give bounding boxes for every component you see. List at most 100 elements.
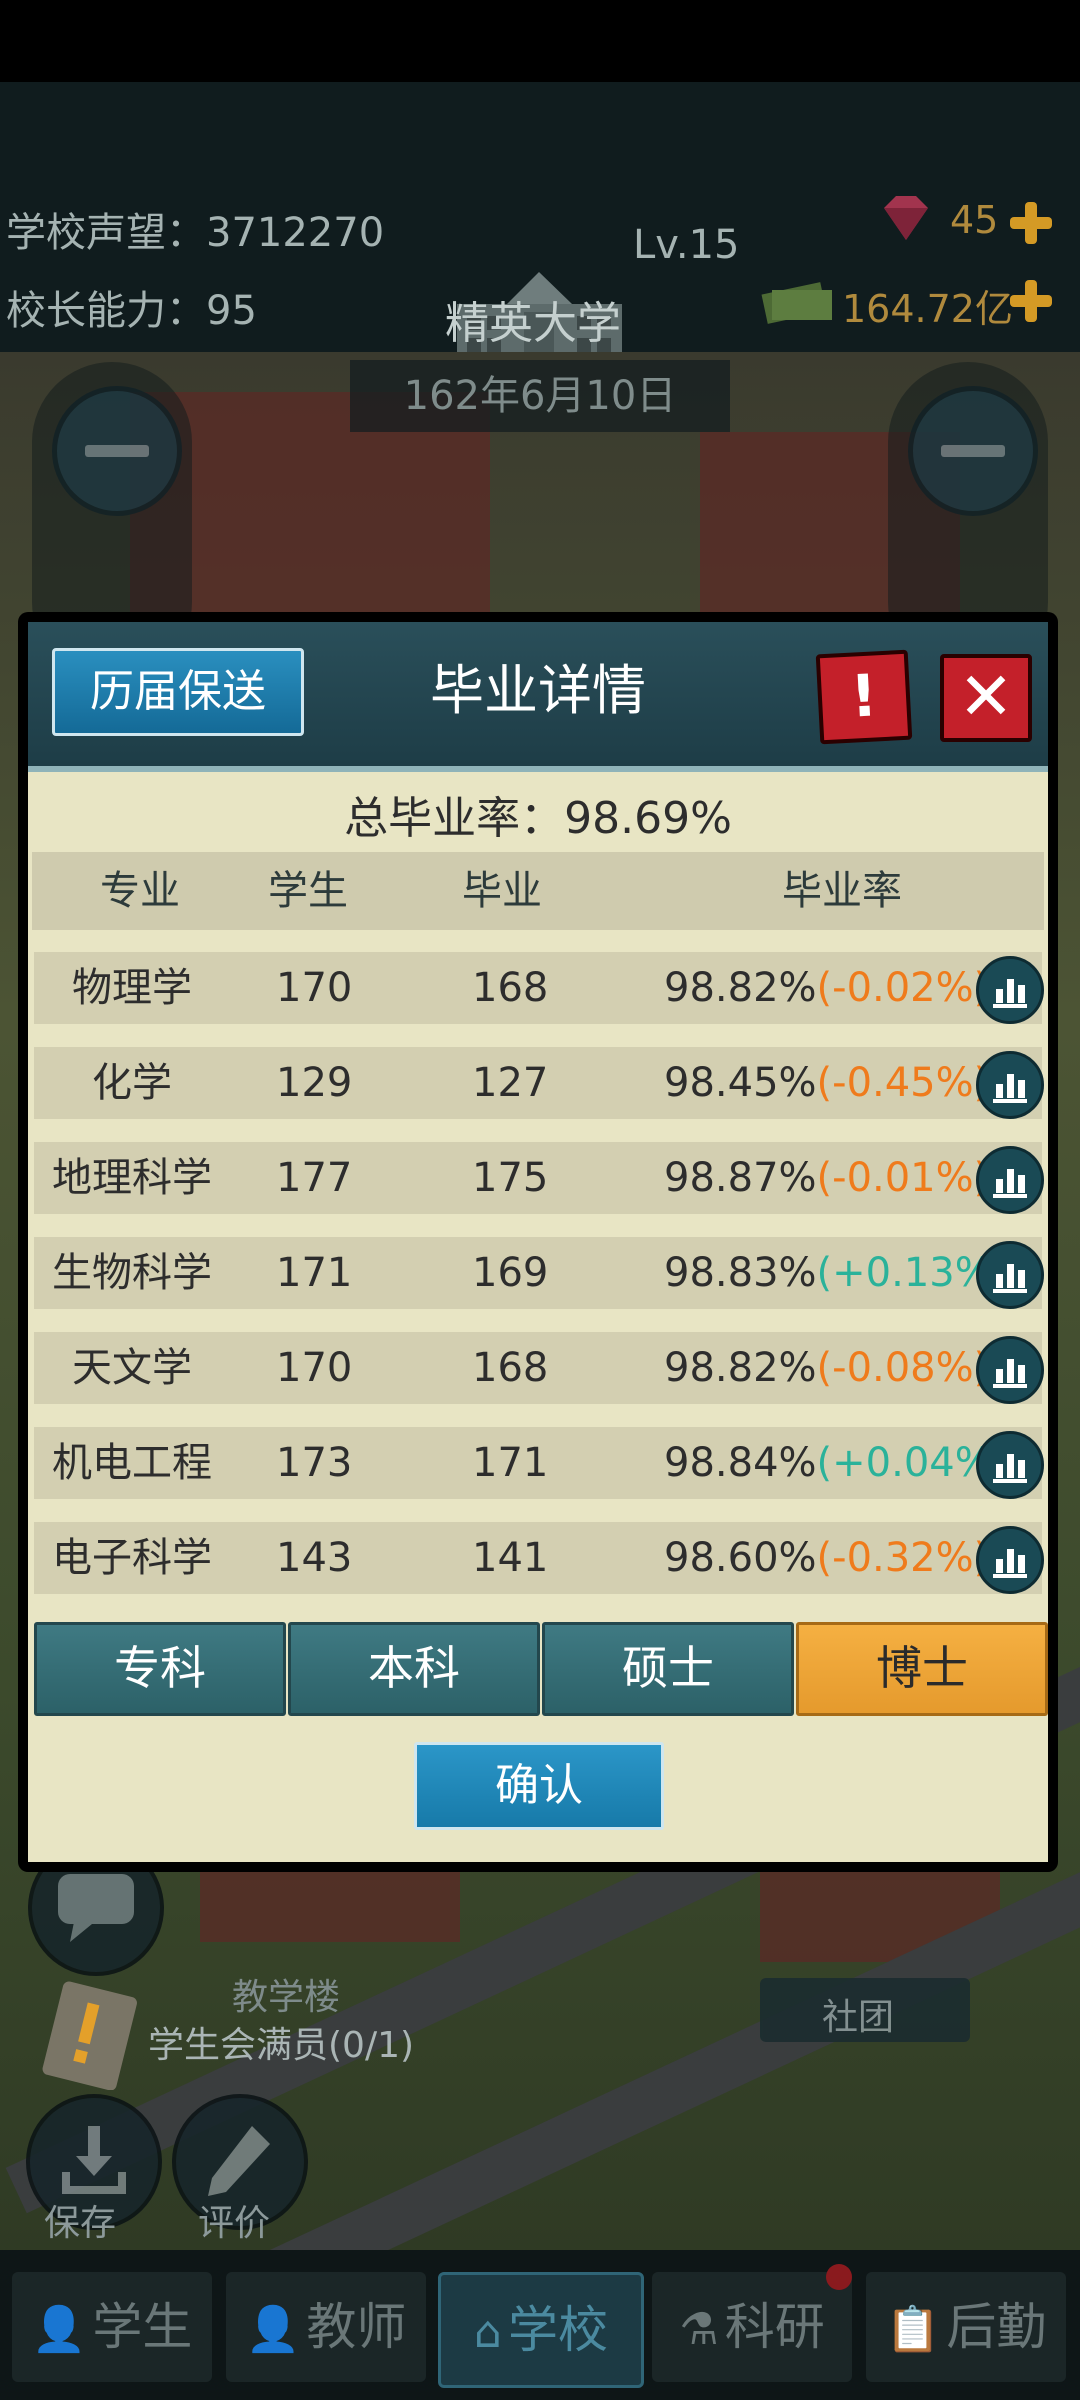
gem-count: 45: [950, 198, 999, 242]
add-money-icon[interactable]: [1008, 278, 1054, 324]
add-gems-icon[interactable]: [1008, 200, 1054, 246]
student-count: 171: [276, 1250, 353, 1296]
nav-logistics[interactable]: 📋 后勤: [866, 2272, 1066, 2382]
graduated-count: 168: [472, 1345, 549, 1391]
rate-value: 98.45%: [664, 1060, 817, 1106]
nav-research[interactable]: ⚗ 科研: [652, 2272, 852, 2382]
table-row: 地理科学 177 175 98.87%(-0.01%): [34, 1142, 1044, 1214]
nav-students[interactable]: 👤 学生: [12, 2272, 212, 2382]
table-row: 化学 129 127 98.45%(-0.45%): [34, 1047, 1044, 1119]
clipboard-icon: 📋: [885, 2304, 941, 2355]
minus-icon: [941, 445, 1005, 457]
graduation-rate: 98.87%(-0.01%): [664, 1142, 989, 1214]
student-count: 143: [276, 1535, 353, 1581]
rate-value: 98.60%: [664, 1535, 817, 1581]
club-tag[interactable]: 社团: [760, 1978, 970, 2042]
game-date: 162年6月10日: [350, 360, 730, 432]
notification-dot: [826, 2264, 852, 2290]
bar-chart-icon[interactable]: [976, 1526, 1044, 1594]
tab-associate[interactable]: 专科: [34, 1622, 286, 1716]
graduation-rate: 98.60%(-0.32%): [664, 1522, 989, 1594]
table-row: 电子科学 143 141 98.60%(-0.32%): [34, 1522, 1044, 1594]
bar-chart-icon[interactable]: [976, 1431, 1044, 1499]
bar-chart-icon[interactable]: [976, 1051, 1044, 1119]
school-level: Lv.15: [633, 222, 740, 268]
major-name: 生物科学: [52, 1250, 212, 1296]
bar-chart-icon[interactable]: [976, 1336, 1044, 1404]
club-label: 社团: [822, 1997, 895, 2038]
money-icon: [761, 282, 832, 324]
tab-doctor[interactable]: 博士: [796, 1622, 1048, 1716]
teaching-building-label[interactable]: 教学楼: [232, 1968, 340, 2020]
collapse-button[interactable]: [908, 386, 1038, 516]
graduation-rate: 98.83%(+0.13%): [664, 1237, 1008, 1309]
table-header: 专业 学生 毕业 毕业率: [32, 852, 1044, 930]
download-icon: [62, 2126, 126, 2194]
major-name: 地理科学: [52, 1155, 212, 1201]
rate-change: (-0.32%): [816, 1535, 990, 1581]
zoom-out-button[interactable]: [52, 386, 182, 516]
school-icon: ⌂: [474, 2307, 502, 2358]
nav-teachers[interactable]: 👤 教师: [226, 2272, 426, 2382]
teacher-icon: 👤: [245, 2304, 301, 2355]
flask-icon: ⚗: [679, 2304, 719, 2355]
major-name: 化学: [92, 1060, 172, 1106]
minus-icon: [85, 445, 149, 457]
graduation-details-dialog: 历届保送 毕业详情 ! ✕ 总毕业率：98.69% 专业 学生 毕业 毕业率 物…: [18, 612, 1058, 1872]
dialog-header: 历届保送 毕业详情 ! ✕: [28, 622, 1048, 772]
clipboard-icon[interactable]: [40, 1980, 140, 2090]
reputation-stat: 学校声望：3712270: [6, 210, 385, 256]
principal-ability-stat: 校长能力：95: [6, 288, 257, 334]
graduated-count: 127: [472, 1060, 549, 1106]
exclamation-icon[interactable]: !: [815, 649, 913, 745]
student-count: 129: [276, 1060, 353, 1106]
chat-icon: [58, 1874, 134, 1942]
table-row: 生物科学 171 169 98.83%(+0.13%): [34, 1237, 1044, 1309]
rate-value: 98.87%: [664, 1155, 817, 1201]
overall-graduation-rate: 总毕业率：98.69%: [344, 793, 732, 844]
dialog-title: 毕业详情: [430, 659, 646, 722]
bar-chart-icon[interactable]: [976, 1146, 1044, 1214]
hud: 学校声望：3712270 校长能力：95 Lv.15 精英大学 45 164.7…: [0, 82, 1080, 366]
bar-chart-icon[interactable]: [976, 956, 1044, 1024]
major-name: 机电工程: [52, 1440, 212, 1486]
student-count: 170: [276, 1345, 353, 1391]
graduated-count: 141: [472, 1535, 549, 1581]
rate-change: (-0.08%): [816, 1345, 990, 1391]
gem-icon: [884, 196, 928, 240]
confirm-button[interactable]: 确认: [414, 1742, 664, 1830]
rate-value: 98.84%: [664, 1440, 817, 1486]
rate-change: (-0.01%): [816, 1155, 990, 1201]
graduation-rate: 98.82%(-0.08%): [664, 1332, 989, 1404]
close-icon[interactable]: ✕: [940, 654, 1032, 742]
graduated-count: 168: [472, 965, 549, 1011]
graduation-rate: 98.82%(-0.02%): [664, 952, 989, 1024]
column-header-rate: 毕业率: [782, 868, 902, 914]
column-header-students: 学生: [268, 868, 348, 914]
major-name: 天文学: [72, 1345, 192, 1391]
table-row: 机电工程 173 171 98.84%(+0.04%): [34, 1427, 1044, 1499]
history-recommend-button[interactable]: 历届保送: [52, 648, 304, 736]
rate-value: 98.83%: [664, 1250, 817, 1296]
tab-master[interactable]: 硕士: [542, 1622, 794, 1716]
rate-value: 98.82%: [664, 965, 817, 1011]
column-header-graduated: 毕业: [462, 868, 542, 914]
pencil-icon: [208, 2126, 270, 2196]
rate-change: (-0.02%): [816, 965, 990, 1011]
table-row: 物理学 170 168 98.82%(-0.02%): [34, 952, 1044, 1024]
student-count: 173: [276, 1440, 353, 1486]
rate-value: 98.82%: [664, 1345, 817, 1391]
nav-school[interactable]: ⌂ 学校: [438, 2272, 644, 2388]
student-count: 177: [276, 1155, 353, 1201]
rate-label: 评价: [198, 2203, 271, 2244]
student-council-label[interactable]: 学生会满员(0/1): [148, 2016, 414, 2068]
student-icon: 👤: [31, 2304, 87, 2355]
rate-change: (-0.45%): [816, 1060, 990, 1106]
major-name: 物理学: [72, 965, 192, 1011]
student-count: 170: [276, 965, 353, 1011]
bar-chart-icon[interactable]: [976, 1241, 1044, 1309]
money-amount: 164.72亿: [842, 287, 1013, 331]
graduation-rate: 98.45%(-0.45%): [664, 1047, 989, 1119]
tab-bachelor[interactable]: 本科: [288, 1622, 540, 1716]
save-label: 保存: [44, 2203, 117, 2244]
